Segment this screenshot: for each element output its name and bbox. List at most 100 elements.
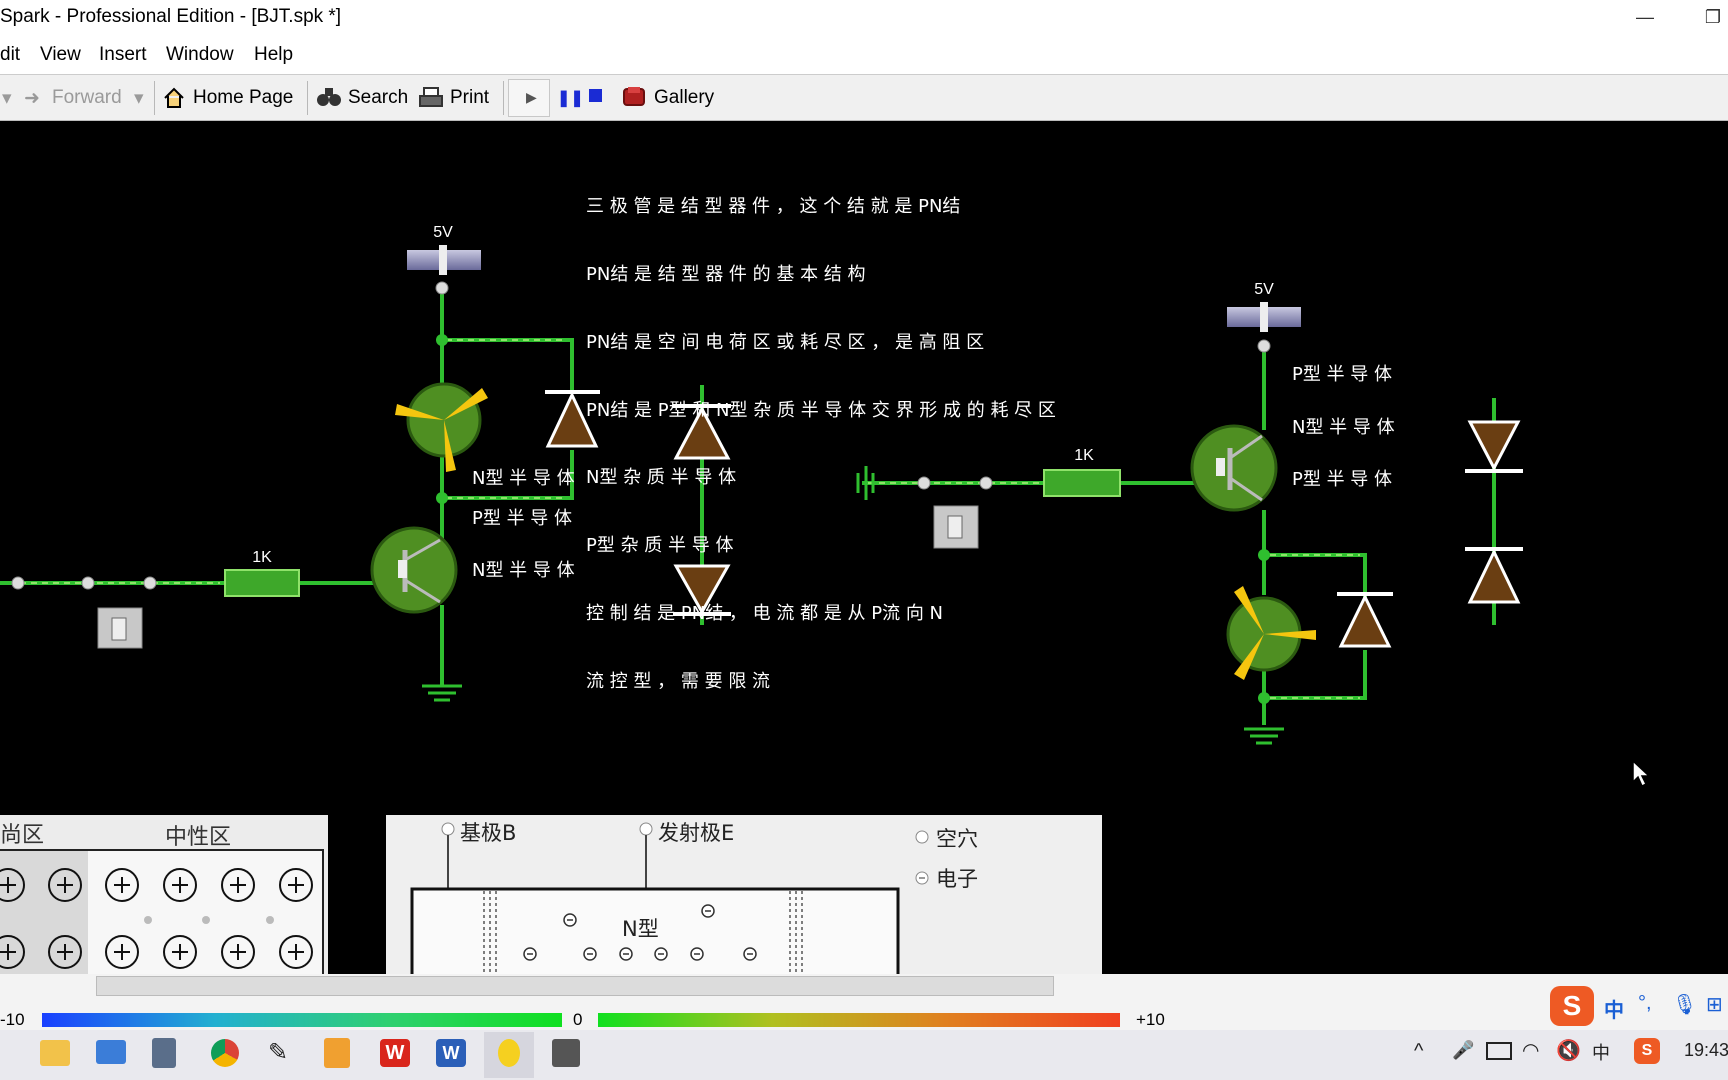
microphone-icon[interactable]: 🎙 <box>1672 992 1697 1017</box>
volume-mute-icon[interactable]: 🔇 <box>1556 1038 1581 1063</box>
home-page-button[interactable]: Home Page <box>193 87 293 109</box>
forward-arrow-icon: ➜ <box>24 88 40 109</box>
clock-text[interactable]: 19:43 <box>1684 1040 1728 1061</box>
book-app-icon[interactable] <box>552 1039 580 1067</box>
right-layer-label: P型 半 导 体 <box>1292 364 1393 385</box>
right-layer-label: P型 半 导 体 <box>1292 469 1393 490</box>
right-fan-icon[interactable] <box>1226 586 1316 680</box>
menu-bar: dit View Insert Window Help <box>0 34 1728 75</box>
print-button[interactable]: Print <box>450 87 489 109</box>
right-supply-slider-icon[interactable] <box>1260 302 1268 332</box>
chrome-icon[interactable] <box>211 1039 239 1067</box>
left-supply-label: 5V <box>433 224 453 241</box>
ime-toolbar[interactable]: S 中 °, 🎙 ⊞ <box>1550 986 1728 1026</box>
region-label: 尚区 <box>0 823 45 848</box>
show-hidden-icons-icon[interactable]: ^ <box>1414 1040 1423 1063</box>
spark-taskbar-active[interactable] <box>484 1032 534 1078</box>
electron-legend-label: 电子 <box>936 867 978 891</box>
title-bar: Spark - Professional Edition - [BJT.spk … <box>0 0 1728 34</box>
right-diode-icon[interactable] <box>1337 592 1393 648</box>
emitter-label: 发射极E <box>658 821 735 845</box>
spark-app-icon <box>498 1039 520 1067</box>
left-supply-slider-icon[interactable] <box>439 245 447 275</box>
minimize-button[interactable]: — <box>1632 4 1658 30</box>
left-layer-label: P型 半 导 体 <box>472 508 573 529</box>
node-icon <box>143 576 157 590</box>
forward-dropdown-icon[interactable]: ▾ <box>134 87 144 110</box>
taskbar: ✎ W W ^ 🎤 ◠ 🔇 中 S 19:43 <box>0 1030 1728 1080</box>
pause-icon[interactable]: ❚❚ <box>557 88 584 108</box>
note-line: N型 杂 质 半 导 体 <box>586 467 737 489</box>
scale-mid-label: 0 <box>573 1010 583 1029</box>
play-button[interactable]: ▶ <box>508 79 550 117</box>
toolbar-separator <box>503 81 504 115</box>
n-type-label: N型 <box>622 917 659 941</box>
search-button[interactable]: Search <box>348 87 408 109</box>
right-ground-icon <box>1244 727 1284 745</box>
left-transistor-icon[interactable] <box>370 526 458 614</box>
ime-lang-indicator[interactable]: 中 <box>1604 994 1624 1023</box>
junction-icon <box>1258 549 1270 561</box>
pen-tool-icon[interactable]: ✎ <box>268 1038 298 1068</box>
window-title: Spark - Professional Edition - [BJT.spk … <box>0 6 342 27</box>
battery-tray-icon[interactable] <box>1486 1042 1512 1060</box>
punctuation-icon[interactable]: °, <box>1638 992 1652 1015</box>
scale-min-label: -10 <box>0 1010 25 1029</box>
pdf-reader-icon[interactable] <box>324 1038 350 1068</box>
simulation-canvas[interactable]: 5V 1K 1K 5V 三 极 管 是 结 型 器 件 ， 这 个 结 就 是 … <box>0 121 1728 976</box>
mic-tray-icon[interactable]: 🎤 <box>1452 1040 1474 1061</box>
toolbar: ▾ ➜ Forward ▾ Home Page Search Print ▶ ❚… <box>0 75 1728 121</box>
hole-legend-label: 空穴 <box>936 827 978 851</box>
menu-insert[interactable]: Insert <box>99 44 147 66</box>
this-pc-icon[interactable] <box>96 1040 126 1064</box>
toolbar-separator <box>154 81 155 115</box>
scrollbar-thumb[interactable] <box>96 976 1054 996</box>
right-transistor-icon[interactable] <box>1190 424 1278 512</box>
menu-edit[interactable]: dit <box>0 44 20 66</box>
hole-grid <box>0 868 313 969</box>
sogou-tray-icon[interactable]: S <box>1634 1038 1660 1064</box>
restore-button[interactable]: ❐ <box>1700 4 1726 30</box>
file-explorer-icon[interactable] <box>40 1040 70 1066</box>
mouse-cursor-icon <box>1632 760 1651 788</box>
home-icon <box>164 87 184 108</box>
calculator-icon[interactable] <box>152 1038 176 1068</box>
right-layer-label: N型 半 导 体 <box>1292 417 1395 438</box>
negative-scale-gradient <box>42 1013 562 1027</box>
horizontal-scrollbar[interactable] <box>0 974 1728 1000</box>
sogou-logo-icon[interactable]: S <box>1550 986 1594 1026</box>
node-icon <box>81 576 95 590</box>
left-layer-label: N型 半 导 体 <box>472 560 575 581</box>
back-dropdown-icon[interactable]: ▾ <box>2 87 12 110</box>
notes-text-block: 三 极 管 是 结 型 器 件 ， 这 个 结 就 是 PN结 PN结 是 结 … <box>586 151 1056 738</box>
left-ground-icon <box>422 684 462 702</box>
menu-view[interactable]: View <box>40 44 81 66</box>
neutral-region-label: 中性区 <box>165 825 232 850</box>
menu-help[interactable]: Help <box>254 44 293 66</box>
menu-window[interactable]: Window <box>166 44 234 66</box>
play-icon: ▶ <box>526 89 537 105</box>
positive-scale-gradient <box>598 1013 1120 1027</box>
keyboard-icon[interactable]: ⊞ <box>1706 992 1723 1017</box>
word-icon[interactable]: W <box>436 1039 466 1067</box>
junction-icon <box>436 492 448 504</box>
node-icon <box>11 576 25 590</box>
left-supply-node-icon <box>435 281 449 295</box>
scale-max-label: +10 <box>1136 1010 1165 1029</box>
switch-lever-icon <box>111 617 127 641</box>
junction-icon <box>1258 692 1270 704</box>
region-panel: 尚区 中性区 <box>0 815 328 975</box>
left-resistor-icon[interactable] <box>224 569 300 597</box>
left-layer-label: N型 半 导 体 <box>472 468 575 489</box>
forward-button[interactable]: Forward <box>52 87 122 109</box>
gallery-button[interactable]: Gallery <box>654 87 714 109</box>
wifi-icon[interactable]: ◠ <box>1522 1038 1539 1063</box>
note-line: PN结 是 P型 和 N型 杂 质 半 导 体 交 界 形 成 的 耗 尽 区 <box>586 399 1056 421</box>
wps-icon[interactable]: W <box>380 1039 410 1067</box>
right-supply-node-icon <box>1257 339 1271 353</box>
input-method-tray-icon[interactable]: 中 <box>1592 1039 1610 1065</box>
structure-panel: 基极B 发射极E 空穴 电子 N型 <box>386 815 1102 975</box>
note-line: P型 杂 质 半 导 体 <box>586 535 734 557</box>
stop-icon[interactable] <box>589 89 602 102</box>
note-line: 三 极 管 是 结 型 器 件 ， 这 个 结 就 是 PN结 <box>586 196 961 218</box>
